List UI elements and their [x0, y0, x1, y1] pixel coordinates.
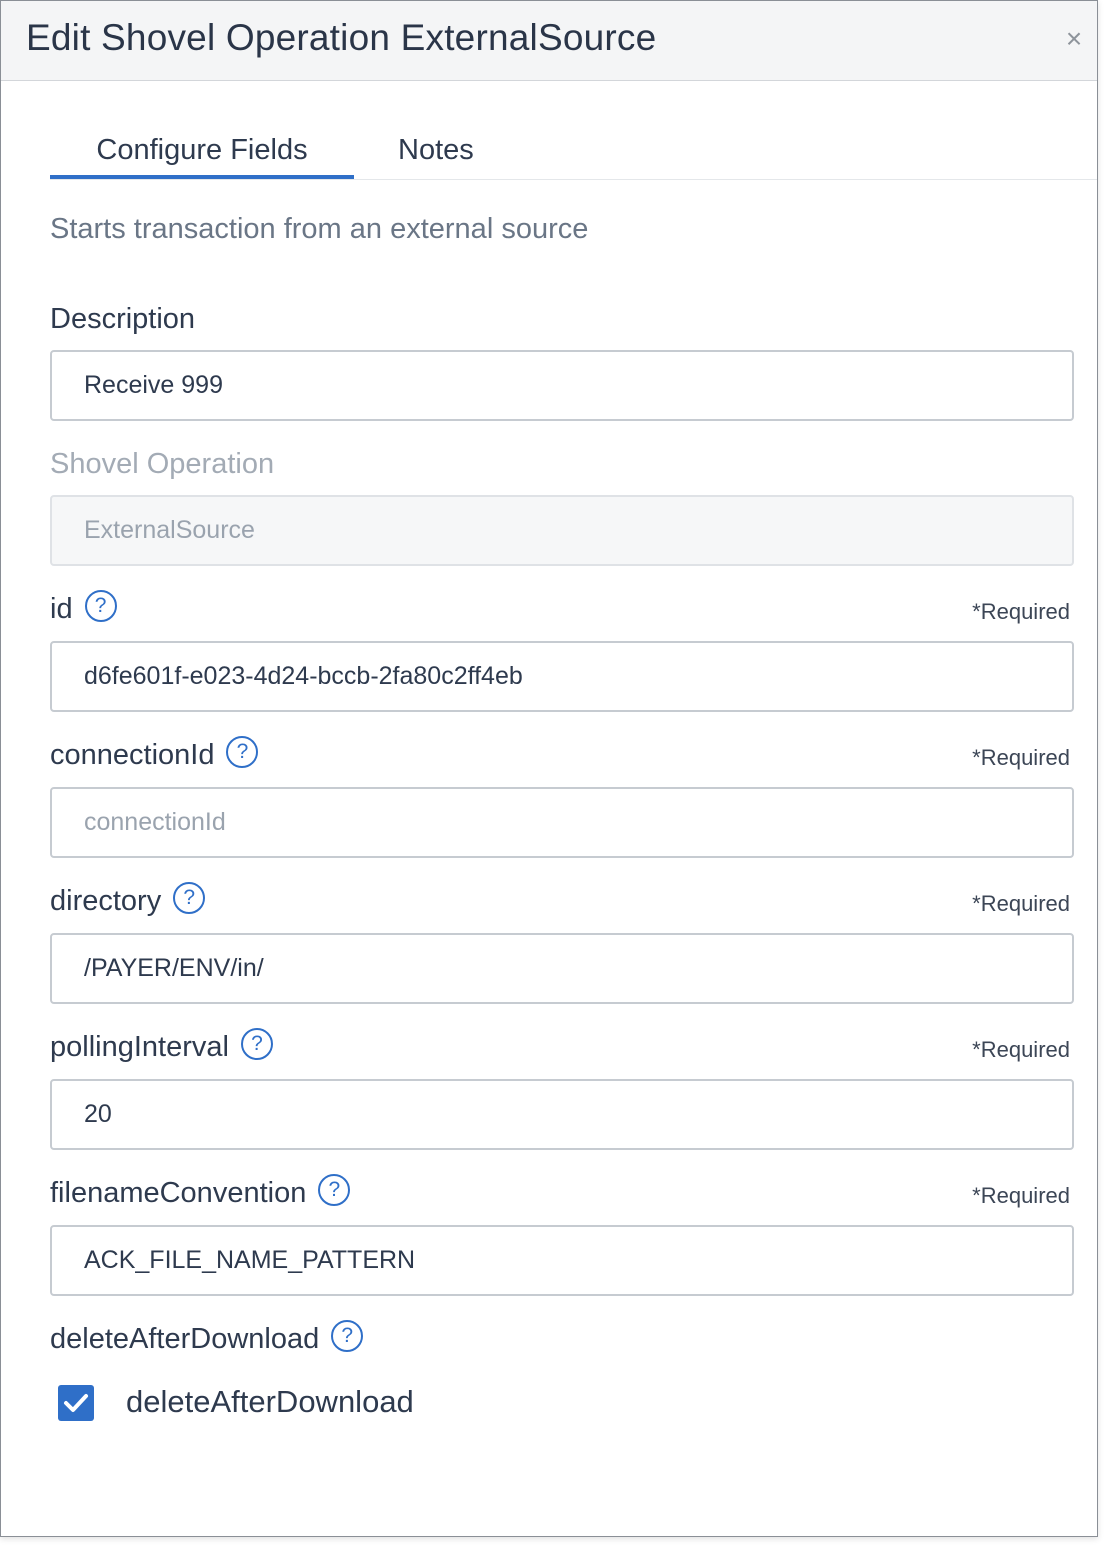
delete-after-download-checkbox-label[interactable]: deleteAfterDownload [126, 1384, 414, 1420]
close-icon[interactable]: × [1059, 24, 1089, 54]
help-icon[interactable]: ? [173, 881, 206, 914]
filename-convention-required-tag: *Required [972, 1183, 1070, 1208]
shovel-operation-input [50, 495, 1074, 566]
filename-convention-label: filenameConvention ? [50, 1173, 351, 1210]
tab-notes[interactable]: Notes [398, 119, 474, 175]
help-icon[interactable]: ? [331, 1319, 364, 1352]
connection-id-required-tag: *Required [972, 745, 1070, 770]
directory-required-tag: *Required [972, 891, 1070, 916]
help-icon[interactable]: ? [318, 1173, 351, 1206]
id-label-text: id [50, 593, 73, 625]
description-label: Description [50, 303, 195, 336]
id-required-tag: *Required [972, 599, 1070, 624]
help-icon[interactable]: ? [84, 589, 117, 622]
directory-label-text: directory [50, 885, 162, 917]
connection-id-label: connectionId ? [50, 735, 259, 772]
id-label: id ? [50, 589, 117, 626]
tab-configure-fields[interactable]: Configure Fields [50, 119, 354, 179]
polling-interval-label-text: pollingInterval [50, 1031, 229, 1063]
id-input[interactable] [50, 641, 1074, 712]
tab-bar: Configure Fields Notes [50, 119, 1097, 180]
polling-interval-label: pollingInterval ? [50, 1027, 273, 1064]
filename-convention-input[interactable] [50, 1225, 1074, 1296]
help-icon[interactable]: ? [240, 1027, 273, 1060]
dialog-header: Edit Shovel Operation ExternalSource × [1, 1, 1097, 81]
delete-after-download-checkbox[interactable] [58, 1385, 94, 1421]
shovel-operation-label: Shovel Operation [50, 448, 274, 481]
help-icon[interactable]: ? [226, 735, 259, 768]
dialog-title: Edit Shovel Operation ExternalSource [26, 17, 657, 58]
directory-label: directory ? [50, 881, 206, 918]
description-input[interactable] [50, 350, 1074, 421]
shovel-operation-label-text: Shovel Operation [50, 448, 275, 480]
connection-id-input[interactable] [50, 787, 1074, 858]
delete-after-download-label: deleteAfterDownload ? [50, 1319, 364, 1356]
operation-description: Starts transaction from an external sour… [50, 213, 589, 245]
description-label-text: Description [50, 303, 196, 335]
checkmark-icon [64, 1394, 88, 1412]
directory-input[interactable] [50, 933, 1074, 1004]
connection-id-label-text: connectionId [50, 739, 215, 771]
polling-interval-required-tag: *Required [972, 1037, 1070, 1062]
delete-after-download-label-text: deleteAfterDownload [50, 1323, 320, 1355]
polling-interval-input[interactable] [50, 1079, 1074, 1150]
filename-convention-label-text: filenameConvention [50, 1177, 307, 1209]
edit-operation-dialog: Edit Shovel Operation ExternalSource × C… [0, 0, 1098, 1537]
